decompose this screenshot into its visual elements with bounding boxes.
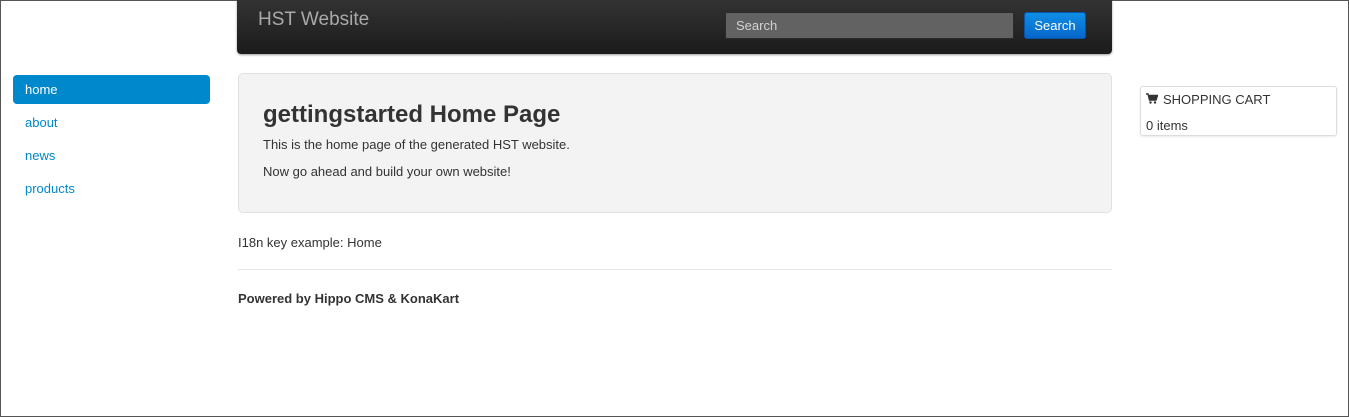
search-input[interactable] (725, 12, 1014, 39)
footer-powered-by: Powered by Hippo CMS & KonaKart (238, 291, 460, 306)
divider (238, 269, 1112, 270)
cart-header[interactable]: SHOPPING CART (1146, 92, 1270, 107)
sidebar-item-products[interactable]: products (13, 174, 210, 203)
brand-title[interactable]: HST Website (258, 9, 369, 31)
sidebar-nav: home about news products (13, 75, 210, 207)
shopping-cart-widget: SHOPPING CART 0 items (1140, 86, 1337, 136)
sidebar-item-about[interactable]: about (13, 108, 210, 137)
sidebar-item-home[interactable]: home (13, 75, 210, 104)
shopping-cart-icon (1146, 92, 1163, 107)
cart-item-count: 0 items (1146, 118, 1188, 133)
page-title: gettingstarted Home Page (263, 101, 561, 128)
i18n-example-text: I18n key example: Home (238, 235, 382, 250)
hero-panel: gettingstarted Home Page This is the hom… (238, 73, 1112, 213)
cart-title: SHOPPING CART (1163, 92, 1271, 107)
sidebar-item-news[interactable]: news (13, 141, 210, 170)
cta-text: Now go ahead and build your own website! (263, 164, 511, 179)
intro-text: This is the home page of the generated H… (263, 137, 570, 152)
search-button[interactable]: Search (1024, 12, 1086, 39)
top-navbar: HST Website Search (237, 0, 1112, 54)
